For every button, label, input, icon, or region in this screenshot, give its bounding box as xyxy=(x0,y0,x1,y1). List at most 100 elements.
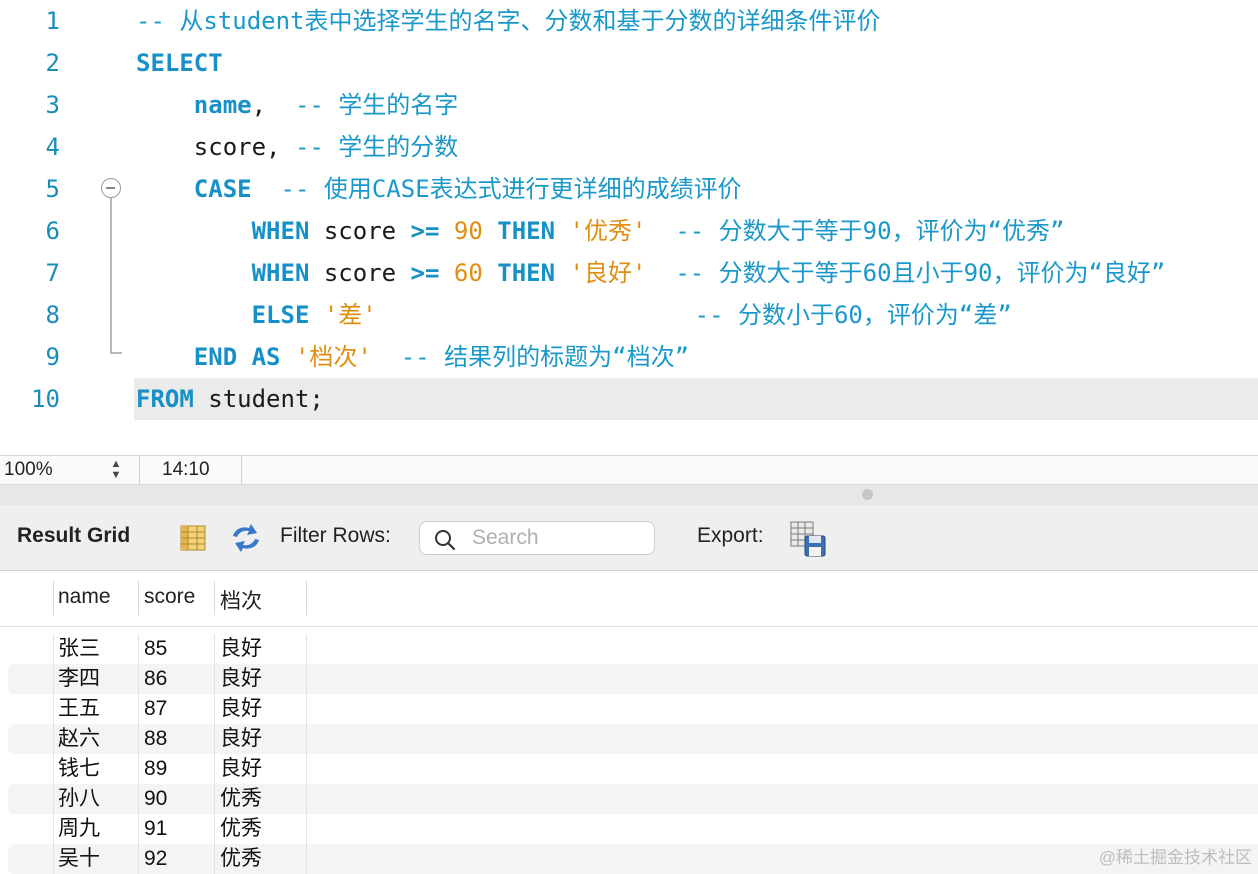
code-line[interactable]: 6 WHEN score >= 90 THEN '优秀' -- 分数大于等于90… xyxy=(0,210,1258,252)
cell-score[interactable]: 90 xyxy=(144,787,167,811)
column-header-name[interactable]: name xyxy=(58,585,111,609)
sql-text: score xyxy=(309,217,411,245)
cell-score[interactable]: 91 xyxy=(144,817,167,841)
column-header-score[interactable]: score xyxy=(144,585,195,609)
code-text: WHEN score >= 60 THEN '良好' -- 分数大于等于60且小… xyxy=(136,252,1166,294)
column-divider[interactable] xyxy=(138,581,139,615)
column-divider[interactable] xyxy=(306,581,307,615)
cell-name[interactable]: 钱七 xyxy=(58,757,100,781)
sql-keyword: AS xyxy=(251,343,281,371)
code-line[interactable]: 2 SELECT xyxy=(0,42,1258,84)
refresh-icon[interactable] xyxy=(229,523,263,553)
table-row[interactable]: 赵六 88 良好 xyxy=(0,724,1258,754)
zoom-stepper[interactable]: ▲ ▼ xyxy=(106,459,126,481)
column-header-grade[interactable]: 档次 xyxy=(220,585,262,615)
cell-score[interactable]: 87 xyxy=(144,697,167,721)
cell-name[interactable]: 李四 xyxy=(58,667,100,691)
code-line[interactable]: 7 WHEN score >= 60 THEN '良好' -- 分数大于等于60… xyxy=(0,252,1258,294)
table-row[interactable]: 吴十 92 优秀 xyxy=(0,844,1258,874)
line-number: 6 xyxy=(45,217,60,245)
sql-keyword: ELSE xyxy=(251,301,310,329)
sql-comment: -- 使用CASE表达式进行更详细的成绩评价 xyxy=(280,175,742,203)
chevron-down-icon[interactable]: ▼ xyxy=(106,470,126,481)
sql-comment: -- 分数大于等于60且小于90，评价为“良好” xyxy=(675,259,1166,287)
cell-grade[interactable]: 优秀 xyxy=(220,817,262,841)
table-row[interactable]: 王五 87 良好 xyxy=(0,694,1258,724)
cell-grade[interactable]: 良好 xyxy=(220,697,262,721)
line-number: 10 xyxy=(31,385,60,413)
cell-name[interactable]: 赵六 xyxy=(58,727,100,751)
table-row[interactable]: 李四 86 良好 xyxy=(0,664,1258,694)
code-line[interactable]: 9 END AS '档次' -- 结果列的标题为“档次” xyxy=(0,336,1258,378)
filter-search-box[interactable] xyxy=(419,521,655,555)
cell-score[interactable]: 92 xyxy=(144,847,167,871)
cell-name[interactable]: 孙八 xyxy=(58,787,100,811)
sql-comment: -- 结果列的标题为“档次” xyxy=(400,343,690,371)
table-row[interactable]: 周九 91 优秀 xyxy=(0,814,1258,844)
cell-name[interactable]: 张三 xyxy=(58,637,100,661)
cell-grade[interactable]: 优秀 xyxy=(220,847,262,871)
zoom-level[interactable]: 100% xyxy=(4,456,53,484)
result-toolbar: Result Grid Filter Rows: Export: xyxy=(0,505,1258,571)
cell-name[interactable]: 王五 xyxy=(58,697,100,721)
column-divider[interactable] xyxy=(53,581,54,615)
export-icon[interactable] xyxy=(789,520,827,558)
cell-score[interactable]: 88 xyxy=(144,727,167,751)
code-text: WHEN score >= 90 THEN '优秀' -- 分数大于等于90，评… xyxy=(136,210,1065,252)
code-text: CASE -- 使用CASE表达式进行更详细的成绩评价 xyxy=(136,168,742,210)
table-row[interactable]: 孙八 90 优秀 xyxy=(0,784,1258,814)
sql-comment: -- 分数小于60，评价为“差” xyxy=(694,301,1012,329)
code-line[interactable]: 10 FROM student; xyxy=(0,378,1258,420)
sql-keyword: FROM xyxy=(136,385,194,413)
grid-view-icon[interactable] xyxy=(180,525,206,551)
code-line[interactable]: 3 name, -- 学生的名字 xyxy=(0,84,1258,126)
code-text: SELECT xyxy=(136,42,223,84)
column-divider[interactable] xyxy=(214,581,215,615)
sql-text: score, xyxy=(136,133,295,161)
code-text: score, -- 学生的分数 xyxy=(136,126,459,168)
code-line[interactable]: 5 CASE -- 使用CASE表达式进行更详细的成绩评价 xyxy=(0,168,1258,210)
code-line[interactable]: 8 ELSE '差' -- 分数小于60，评价为“差” xyxy=(0,294,1258,336)
cell-name[interactable]: 周九 xyxy=(58,817,100,841)
row-stripe xyxy=(8,724,1258,754)
pane-splitter[interactable] xyxy=(0,485,1258,505)
sql-comment: -- 学生的名字 xyxy=(294,91,459,119)
sql-editor[interactable]: 1 -- 从student表中选择学生的名字、分数和基于分数的详细条件评价 2 SEL… xyxy=(0,0,1258,455)
table-row[interactable]: 钱七 89 良好 xyxy=(0,754,1258,784)
table-row[interactable]: 张三 85 良好 xyxy=(0,634,1258,664)
cell-score[interactable]: 85 xyxy=(144,637,167,661)
code-line[interactable]: 4 score, -- 学生的分数 xyxy=(0,126,1258,168)
cell-score[interactable]: 86 xyxy=(144,667,167,691)
result-grid[interactable]: name score 档次 张三 85 良好 李四 86 良好 王五 87 良好 赵六 88 良好 钱七… xyxy=(0,571,1258,874)
search-input[interactable] xyxy=(472,526,647,550)
cell-grade[interactable]: 良好 xyxy=(220,637,262,661)
code-line[interactable]: 1 -- 从student表中选择学生的名字、分数和基于分数的详细条件评价 xyxy=(0,0,1258,42)
cell-grade[interactable]: 优秀 xyxy=(220,787,262,811)
cursor-position: 14:10 xyxy=(162,459,210,480)
sql-keyword: CASE xyxy=(193,175,252,203)
fold-toggle-icon[interactable] xyxy=(101,178,121,198)
column-gridline xyxy=(53,634,54,874)
cell-score[interactable]: 89 xyxy=(144,757,167,781)
sql-keyword: >= xyxy=(410,259,440,287)
cell-name[interactable]: 吴十 xyxy=(58,847,100,871)
cell-grade[interactable]: 良好 xyxy=(220,757,262,781)
cell-grade[interactable]: 良好 xyxy=(220,667,262,691)
splitter-handle[interactable] xyxy=(862,489,873,500)
sql-text: score xyxy=(309,259,411,287)
sql-text: student; xyxy=(193,385,324,413)
code-text: END AS '档次' -- 结果列的标题为“档次” xyxy=(136,336,689,378)
sql-keyword: END xyxy=(193,343,238,371)
sql-text: , xyxy=(251,91,295,119)
sql-literal: '差' xyxy=(323,301,377,329)
row-stripe xyxy=(8,664,1258,694)
sql-keyword: name xyxy=(193,91,252,119)
column-gridline xyxy=(214,634,215,874)
result-grid-tab[interactable]: Result Grid xyxy=(17,524,130,548)
row-stripe xyxy=(8,784,1258,814)
cell-grade[interactable]: 良好 xyxy=(220,727,262,751)
